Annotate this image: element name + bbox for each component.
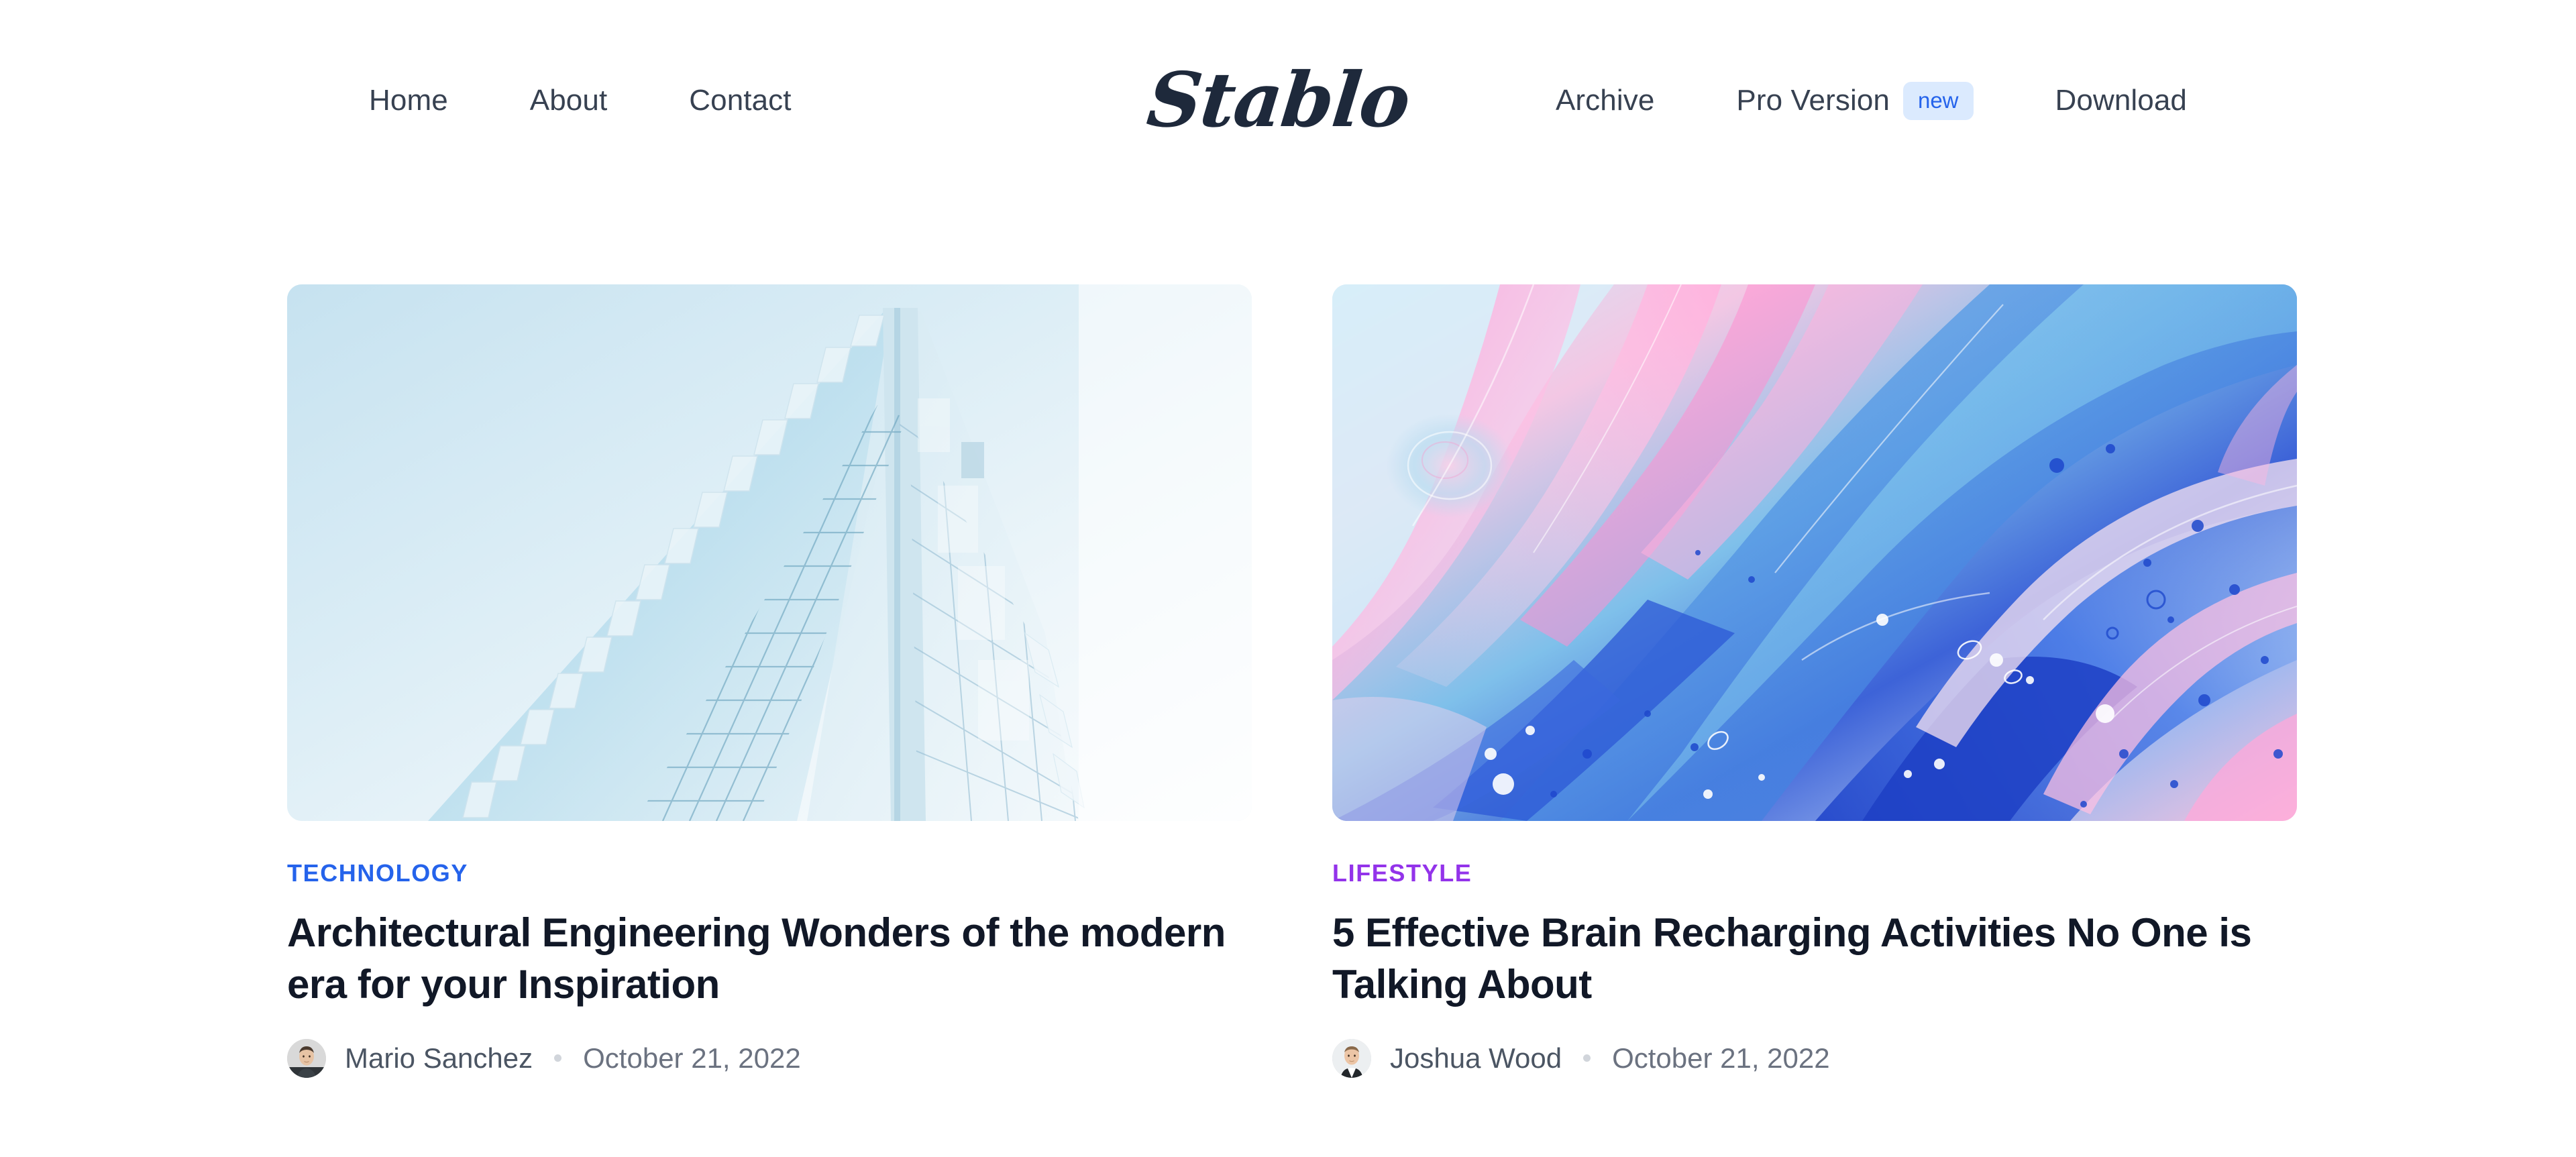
author-avatar-image <box>1332 1038 1371 1078</box>
meta-separator-dot <box>1583 1054 1591 1062</box>
avatar <box>1332 1038 1371 1078</box>
nav-group-right: Archive Pro Version new Download <box>1435 81 2294 120</box>
badge-new: new <box>1902 81 1974 120</box>
nav-link-contact[interactable]: Contact <box>689 86 791 115</box>
post-grid: TECHNOLOGY Architectural Engineering Won… <box>287 284 2297 1078</box>
post-thumbnail-architecture[interactable] <box>287 284 1252 821</box>
blog-home-page: Home About Contact Stablo Archive Pro Ve… <box>0 0 2576 1157</box>
post-category-label[interactable]: LIFESTYLE <box>1332 861 2297 885</box>
post-author[interactable]: Joshua Wood <box>1390 1044 1562 1072</box>
post-card: LIFESTYLE 5 Effective Brain Recharging A… <box>1332 284 2297 1078</box>
post-date: October 21, 2022 <box>583 1042 801 1074</box>
post-title[interactable]: Architectural Engineering Wonders of the… <box>287 907 1252 1011</box>
nav-link-about[interactable]: About <box>530 86 607 115</box>
post-category-label[interactable]: TECHNOLOGY <box>287 861 1252 885</box>
post-author[interactable]: Mario Sanchez <box>345 1044 533 1072</box>
site-header: Home About Contact Stablo Archive Pro Ve… <box>0 0 2576 201</box>
site-logo[interactable]: Stablo <box>1117 56 1440 144</box>
abstract-pink-blue-fluid-art-photo <box>1332 284 2297 821</box>
post-meta: Mario Sanchez October 21, 2022 <box>287 1038 1252 1078</box>
main-navigation: Home About Contact Stablo Archive Pro Ve… <box>282 56 2294 144</box>
post-thumbnail-fluid-art[interactable] <box>1332 284 2297 821</box>
glass-skyscraper-facade-photo <box>287 284 1252 821</box>
post-title[interactable]: 5 Effective Brain Recharging Activities … <box>1332 907 2297 1011</box>
post-meta: Joshua Wood October 21, 2022 <box>1332 1038 2297 1078</box>
nav-group-left: Home About Contact <box>282 86 1121 115</box>
post-date: October 21, 2022 <box>1612 1042 1830 1074</box>
author-avatar-image <box>287 1038 326 1078</box>
nav-link-pro-version[interactable]: Pro Version <box>1736 86 1890 115</box>
nav-link-home[interactable]: Home <box>369 86 448 115</box>
nav-item-pro-version[interactable]: Pro Version new <box>1736 81 1974 120</box>
avatar <box>287 1038 326 1078</box>
nav-link-archive[interactable]: Archive <box>1556 86 1654 115</box>
meta-separator-dot <box>554 1054 562 1062</box>
nav-link-download[interactable]: Download <box>2055 86 2187 115</box>
post-card: TECHNOLOGY Architectural Engineering Won… <box>287 284 1252 1078</box>
